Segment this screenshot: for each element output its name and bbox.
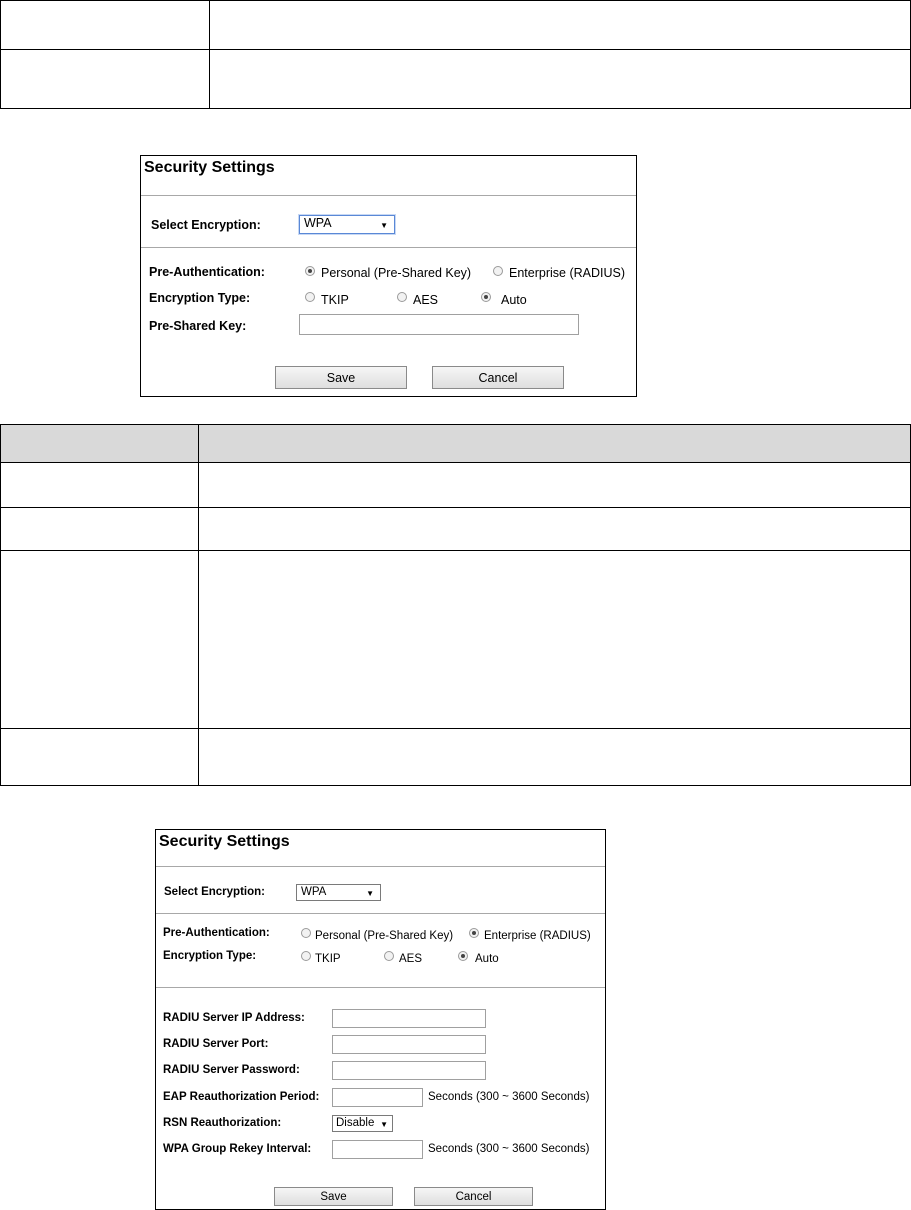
security-settings-panel-enterprise: Security Settings Select Encryption: WPA… <box>155 829 606 1210</box>
option-tkip: TKIP <box>321 293 349 307</box>
pre-shared-key-input[interactable] <box>299 314 579 335</box>
cancel-button[interactable]: Cancel <box>414 1187 533 1206</box>
option-personal-psk: Personal (Pre-Shared Key) <box>315 930 454 942</box>
pre-authentication-label: Pre-Authentication: <box>149 265 265 279</box>
option-personal-psk: Personal (Pre-Shared Key) <box>321 266 472 280</box>
radio-auto[interactable] <box>481 292 491 302</box>
eap-reauth-hint: Seconds (300 ~ 3600 Seconds) <box>428 1091 590 1103</box>
wpa-rekey-label: WPA Group Rekey Interval: <box>163 1143 312 1155</box>
radio-enterprise-radius[interactable] <box>493 266 503 276</box>
option-tkip: TKIP <box>315 953 341 965</box>
option-auto: Auto <box>501 293 527 307</box>
encryption-type-label: Encryption Type: <box>149 291 251 305</box>
radius-ip-label: RADIU Server IP Address: <box>163 1012 305 1024</box>
radio-personal-psk[interactable] <box>301 928 311 938</box>
select-encryption-value: WPA <box>301 886 327 898</box>
security-settings-panel-personal: Security Settings Select Encryption: WPA… <box>140 155 637 397</box>
option-aes: AES <box>399 953 423 965</box>
radio-personal-psk[interactable] <box>305 266 315 276</box>
option-auto: Auto <box>475 953 499 965</box>
radio-tkip[interactable] <box>305 292 315 302</box>
pre-authentication-label: Pre-Authentication: <box>163 927 270 939</box>
radio-tkip[interactable] <box>301 951 311 961</box>
save-button[interactable]: Save <box>274 1187 393 1206</box>
radius-password-input[interactable] <box>332 1061 486 1080</box>
select-encryption-dropdown[interactable]: WPA ▼ <box>299 215 395 234</box>
radio-auto[interactable] <box>458 951 468 961</box>
select-encryption-dropdown[interactable]: WPA ▼ <box>296 884 381 901</box>
select-encryption-value: WPA <box>304 216 332 230</box>
save-button[interactable]: Save <box>275 366 407 389</box>
option-enterprise-radius: Enterprise (RADIUS) <box>484 930 591 942</box>
radius-ip-input[interactable] <box>332 1009 486 1028</box>
select-encryption-label: Select Encryption: <box>151 218 261 232</box>
radius-password-label: RADIU Server Password: <box>163 1064 300 1076</box>
chevron-down-icon: ▼ <box>380 221 388 230</box>
select-encryption-label: Select Encryption: <box>164 886 265 898</box>
rsn-reauth-dropdown[interactable]: Disable ▼ <box>332 1115 393 1132</box>
radius-port-label: RADIU Server Port: <box>163 1038 269 1050</box>
radio-aes[interactable] <box>397 292 407 302</box>
rsn-reauth-value: Disable <box>336 1117 375 1129</box>
pre-shared-key-label: Pre-Shared Key: <box>149 319 247 333</box>
wpa-rekey-input[interactable] <box>332 1140 423 1159</box>
radio-enterprise-radius[interactable] <box>469 928 479 938</box>
radius-port-input[interactable] <box>332 1035 486 1054</box>
panel-title: Security Settings <box>159 833 290 850</box>
radio-aes[interactable] <box>384 951 394 961</box>
chevron-down-icon: ▼ <box>380 1120 388 1129</box>
rsn-reauth-label: RSN Reauthorization: <box>163 1117 282 1129</box>
wpa-rekey-hint: Seconds (300 ~ 3600 Seconds) <box>428 1143 590 1155</box>
panel-title: Security Settings <box>144 159 275 176</box>
eap-reauth-input[interactable] <box>332 1088 423 1107</box>
cancel-button[interactable]: Cancel <box>432 366 564 389</box>
eap-reauth-label: EAP Reauthorization Period: <box>163 1091 320 1103</box>
option-enterprise-radius: Enterprise (RADIUS) <box>509 266 625 280</box>
encryption-type-label: Encryption Type: <box>163 950 257 962</box>
chevron-down-icon: ▼ <box>366 889 374 898</box>
option-aes: AES <box>413 293 439 307</box>
